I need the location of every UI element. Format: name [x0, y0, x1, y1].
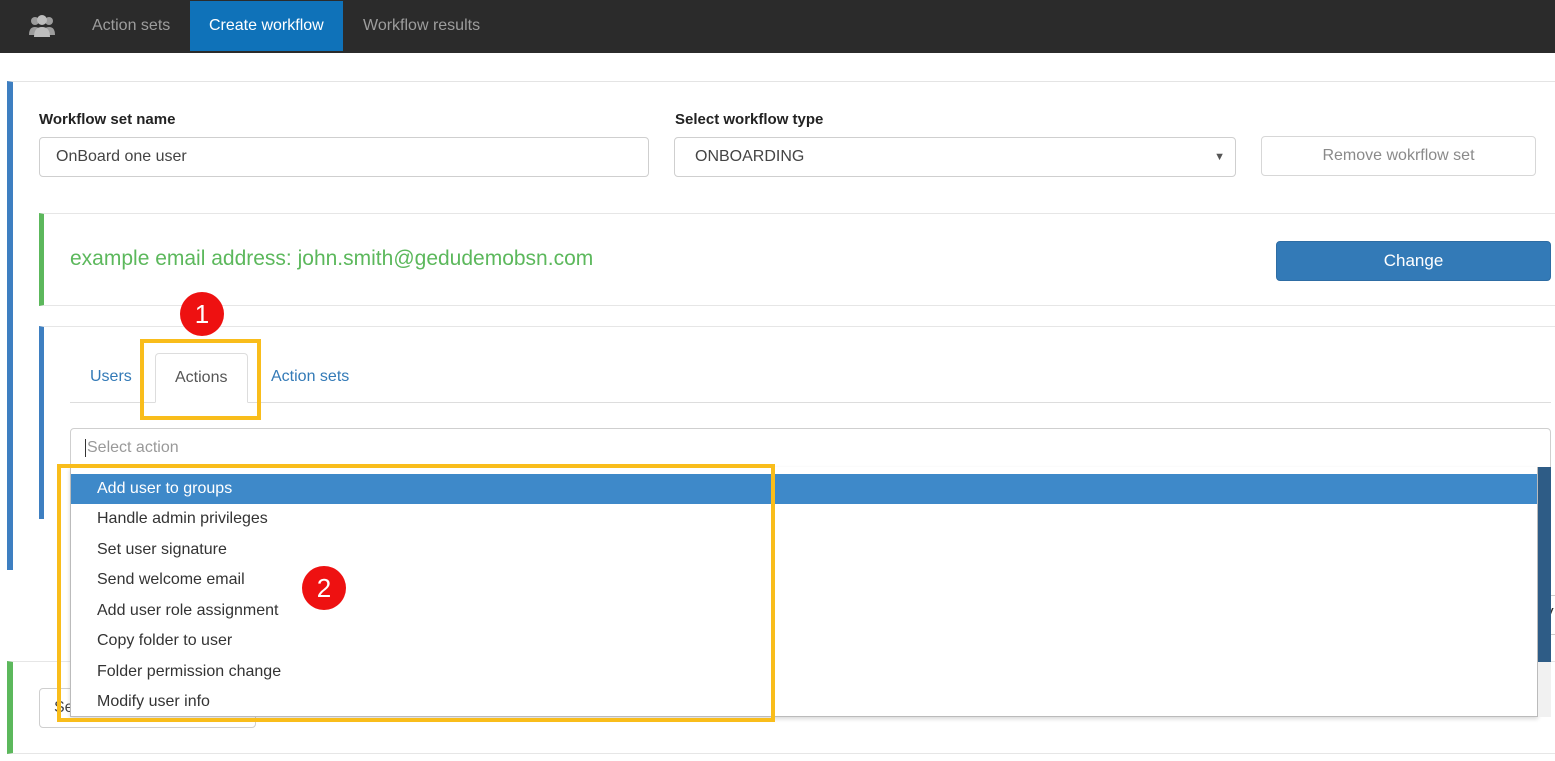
workflow-name-input[interactable]: OnBoard one user: [39, 137, 649, 177]
select-action-placeholder: Select action: [87, 439, 179, 456]
remove-workflow-set-button[interactable]: Remove wokrflow set: [1261, 136, 1536, 176]
example-email-text: example email address: john.smith@gedude…: [70, 247, 594, 270]
select-action-input[interactable]: Select action: [70, 428, 1551, 468]
tab-action-sets[interactable]: Action sets: [252, 353, 368, 403]
nav-tab-workflow-results[interactable]: Workflow results: [344, 1, 499, 51]
highlight-box-actions-tab: [140, 339, 261, 420]
top-navbar: Action sets Create workflow Workflow res…: [0, 0, 1555, 53]
scrollbar-thumb[interactable]: [1538, 467, 1551, 662]
highlight-box-dropdown: [57, 464, 775, 722]
workflow-type-value: ONBOARDING: [695, 148, 805, 165]
step-badge-2: 2: [302, 566, 346, 610]
text-cursor: [85, 438, 86, 457]
dropdown-arrow-icon: ▼: [1214, 151, 1225, 163]
nav-tab-action-sets[interactable]: Action sets: [73, 1, 189, 51]
dropdown-scrollbar[interactable]: [1538, 467, 1551, 717]
workflow-name-label: Workflow set name: [39, 111, 176, 128]
tab-users[interactable]: Users: [71, 353, 151, 403]
nav-tab-create-workflow[interactable]: Create workflow: [190, 1, 343, 51]
users-icon[interactable]: [28, 13, 56, 39]
workflow-type-select[interactable]: ONBOARDING ▼: [674, 137, 1236, 177]
step-badge-1: 1: [180, 292, 224, 336]
change-button[interactable]: Change: [1276, 241, 1551, 281]
workflow-type-label: Select workflow type: [675, 111, 824, 128]
